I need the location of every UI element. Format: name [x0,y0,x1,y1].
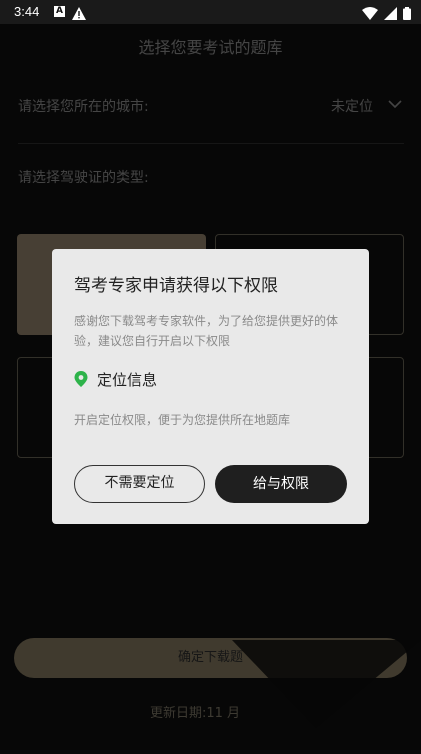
permission-description: 开启定位权限，便于为您提供所在地题库 [74,413,291,427]
status-time: 3:44 [14,4,40,19]
status-bar: 3:44 A [0,0,421,24]
warning-icon [72,5,86,24]
dialog-title: 驾考专家申请获得以下权限 [74,276,278,296]
signal-icon [384,5,397,24]
wifi-icon [362,5,378,24]
location-pin-icon [74,371,88,391]
deny-location-button[interactable]: 不需要定位 [74,465,205,503]
status-right-icons [362,5,411,24]
grant-permission-button[interactable]: 给与权限 [215,465,347,503]
permission-name: 定位信息 [97,371,158,389]
battery-icon [403,5,411,24]
notification-a-icon: A [54,6,65,17]
dialog-description: 感谢您下载驾考专家软件，为了给您提供更好的体验，建议您自行开启以下权限 [74,314,339,348]
permission-dialog: 驾考专家申请获得以下权限 感谢您下载驾考专家软件，为了给您提供更好的体验，建议您… [52,249,369,524]
